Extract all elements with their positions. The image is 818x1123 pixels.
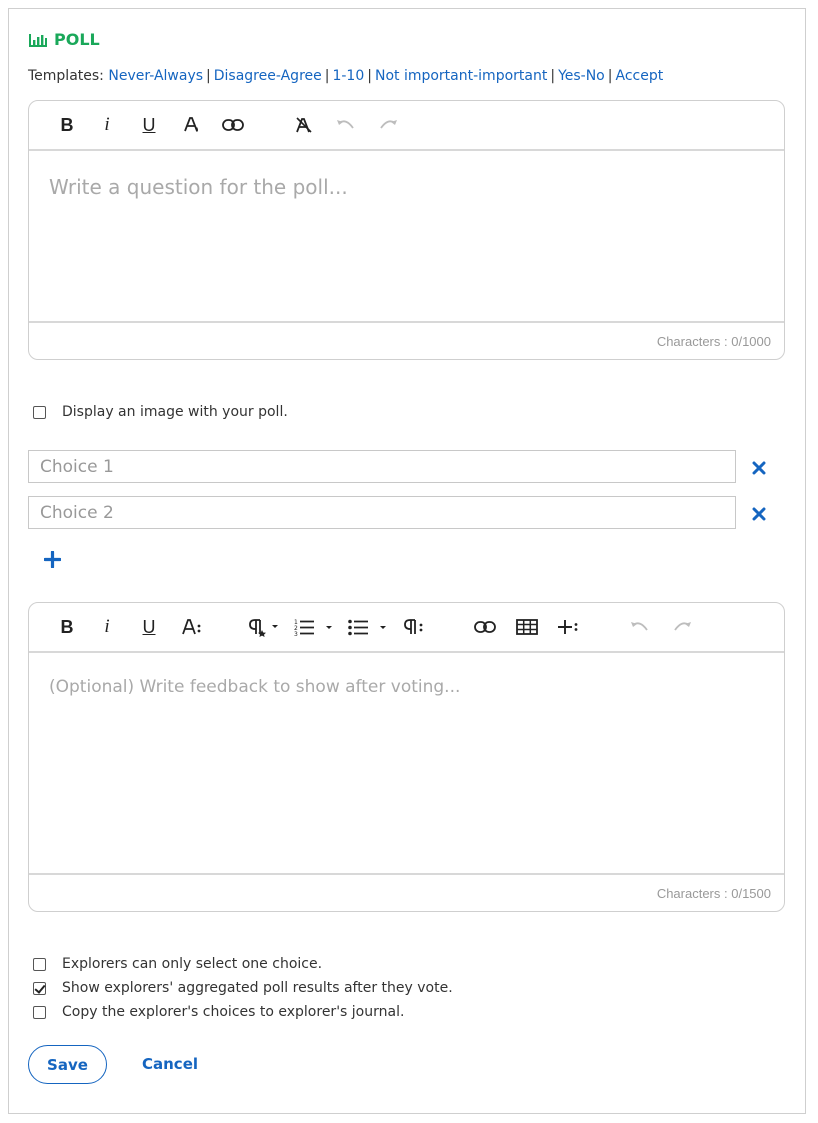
bullet-list-icon[interactable] <box>347 603 391 651</box>
bold-button[interactable]: B <box>57 101 77 149</box>
template-accept[interactable]: Accept <box>615 68 663 84</box>
template-separator: | <box>550 68 556 84</box>
paragraph-style-icon[interactable] <box>247 603 281 651</box>
choice-placeholder: Choice 2 <box>40 502 114 523</box>
option-copy-journal-checkbox[interactable] <box>33 1005 46 1019</box>
undo-icon[interactable] <box>335 101 357 149</box>
template-1-10[interactable]: 1-10 <box>332 68 364 84</box>
choice-input-2[interactable]: Choice 2 <box>28 496 736 529</box>
question-placeholder: Write a question for the poll... <box>49 175 348 199</box>
link-icon[interactable] <box>221 101 245 149</box>
option-single-choice-checkbox[interactable] <box>33 957 46 971</box>
ordered-list-icon[interactable]: 123 <box>293 603 337 651</box>
italic-button[interactable]: i <box>99 101 115 149</box>
template-never-always[interactable]: Never-Always <box>108 68 203 84</box>
choice-input-1[interactable]: Choice 1 <box>28 450 736 483</box>
clear-format-icon[interactable] <box>293 101 315 149</box>
undo-icon[interactable] <box>629 603 651 651</box>
option-copy-journal-label: Copy the explorer's choices to explorer'… <box>62 1004 405 1020</box>
italic-button[interactable]: i <box>99 603 115 651</box>
template-disagree-agree[interactable]: Disagree-Agree <box>214 68 322 84</box>
cancel-button[interactable]: Cancel <box>142 1055 198 1073</box>
svg-text:3: 3 <box>294 631 298 636</box>
image-option-checkbox[interactable] <box>33 405 46 419</box>
option-single-choice-label: Explorers can only select one choice. <box>62 956 323 972</box>
text-color-icon[interactable] <box>181 101 203 149</box>
choice-placeholder: Choice 1 <box>40 456 114 477</box>
feedback-toolbar: B i U 123 <box>29 603 784 653</box>
template-yes-no[interactable]: Yes-No <box>558 68 605 84</box>
template-separator: | <box>367 68 372 84</box>
feedback-placeholder: (Optional) Write feedback to show after … <box>49 677 461 697</box>
option-show-results-label: Show explorers' aggregated poll results … <box>62 980 453 996</box>
save-button[interactable]: Save <box>28 1045 107 1084</box>
question-toolbar: B i U <box>29 101 784 151</box>
poll-title: POLL <box>54 30 100 49</box>
question-input[interactable]: Write a question for the poll... <box>29 151 784 323</box>
paragraph-format-icon[interactable] <box>403 603 427 651</box>
feedback-char-counter: Characters : 0/1500 <box>656 885 771 901</box>
remove-choice-1-icon[interactable] <box>752 460 768 476</box>
underline-button[interactable]: U <box>139 603 159 651</box>
insert-more-icon[interactable] <box>557 603 581 651</box>
feedback-input[interactable]: (Optional) Write feedback to show after … <box>29 653 784 875</box>
poll-header: POLL <box>28 30 100 49</box>
underline-button[interactable]: U <box>139 101 159 149</box>
template-separator: | <box>324 68 330 84</box>
template-not-important-important[interactable]: Not important-important <box>375 68 547 84</box>
question-char-counter: Characters : 0/1000 <box>656 333 771 349</box>
question-editor: B i U Write a question for the poll... C… <box>28 100 785 360</box>
template-separator: | <box>607 68 613 84</box>
template-separator: | <box>206 68 211 84</box>
option-copy-journal-row[interactable]: Copy the explorer's choices to explorer'… <box>33 1004 404 1020</box>
feedback-editor: B i U 123 (Optional) Write feedback to s… <box>28 602 785 912</box>
image-option-row[interactable]: Display an image with your poll. <box>33 404 288 420</box>
templates-bar: Templates: Never-Always | Disagree-Agree | 1… <box>28 68 663 84</box>
option-single-choice-row[interactable]: Explorers can only select one choice. <box>33 956 322 972</box>
redo-icon[interactable] <box>377 101 399 149</box>
redo-icon[interactable] <box>671 603 693 651</box>
option-show-results-checkbox[interactable] <box>33 981 46 995</box>
link-icon[interactable] <box>473 603 497 651</box>
font-size-icon[interactable] <box>181 603 203 651</box>
bold-button[interactable]: B <box>57 603 77 651</box>
image-option-label: Display an image with your poll. <box>62 404 288 420</box>
templates-label: Templates: <box>28 68 104 84</box>
remove-choice-2-icon[interactable] <box>752 506 768 522</box>
add-choice-icon[interactable] <box>43 550 62 569</box>
option-show-results-row[interactable]: Show explorers' aggregated poll results … <box>33 980 453 996</box>
table-icon[interactable] <box>515 603 539 651</box>
bar-chart-icon <box>28 32 48 48</box>
